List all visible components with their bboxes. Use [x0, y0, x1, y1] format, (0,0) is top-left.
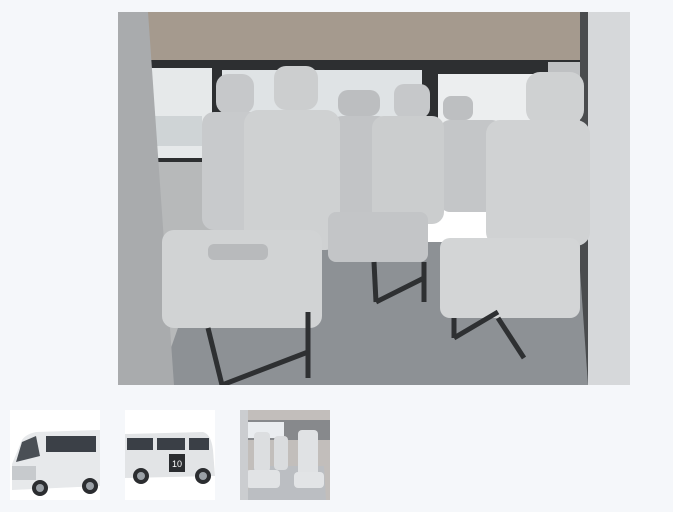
van-interior-thumbnail-icon	[240, 410, 330, 500]
thumbnail-exterior-front[interactable]	[10, 410, 100, 500]
van-exterior-side-icon: 10	[125, 410, 215, 500]
van-exterior-front-icon	[10, 410, 100, 500]
main-photo	[118, 12, 630, 385]
thumbnail-exterior-side[interactable]: 10	[125, 410, 215, 500]
thumbnail-interior[interactable]	[240, 410, 330, 500]
van-interior-photo-icon	[118, 12, 630, 385]
seat-count-badge: 10	[172, 459, 182, 469]
